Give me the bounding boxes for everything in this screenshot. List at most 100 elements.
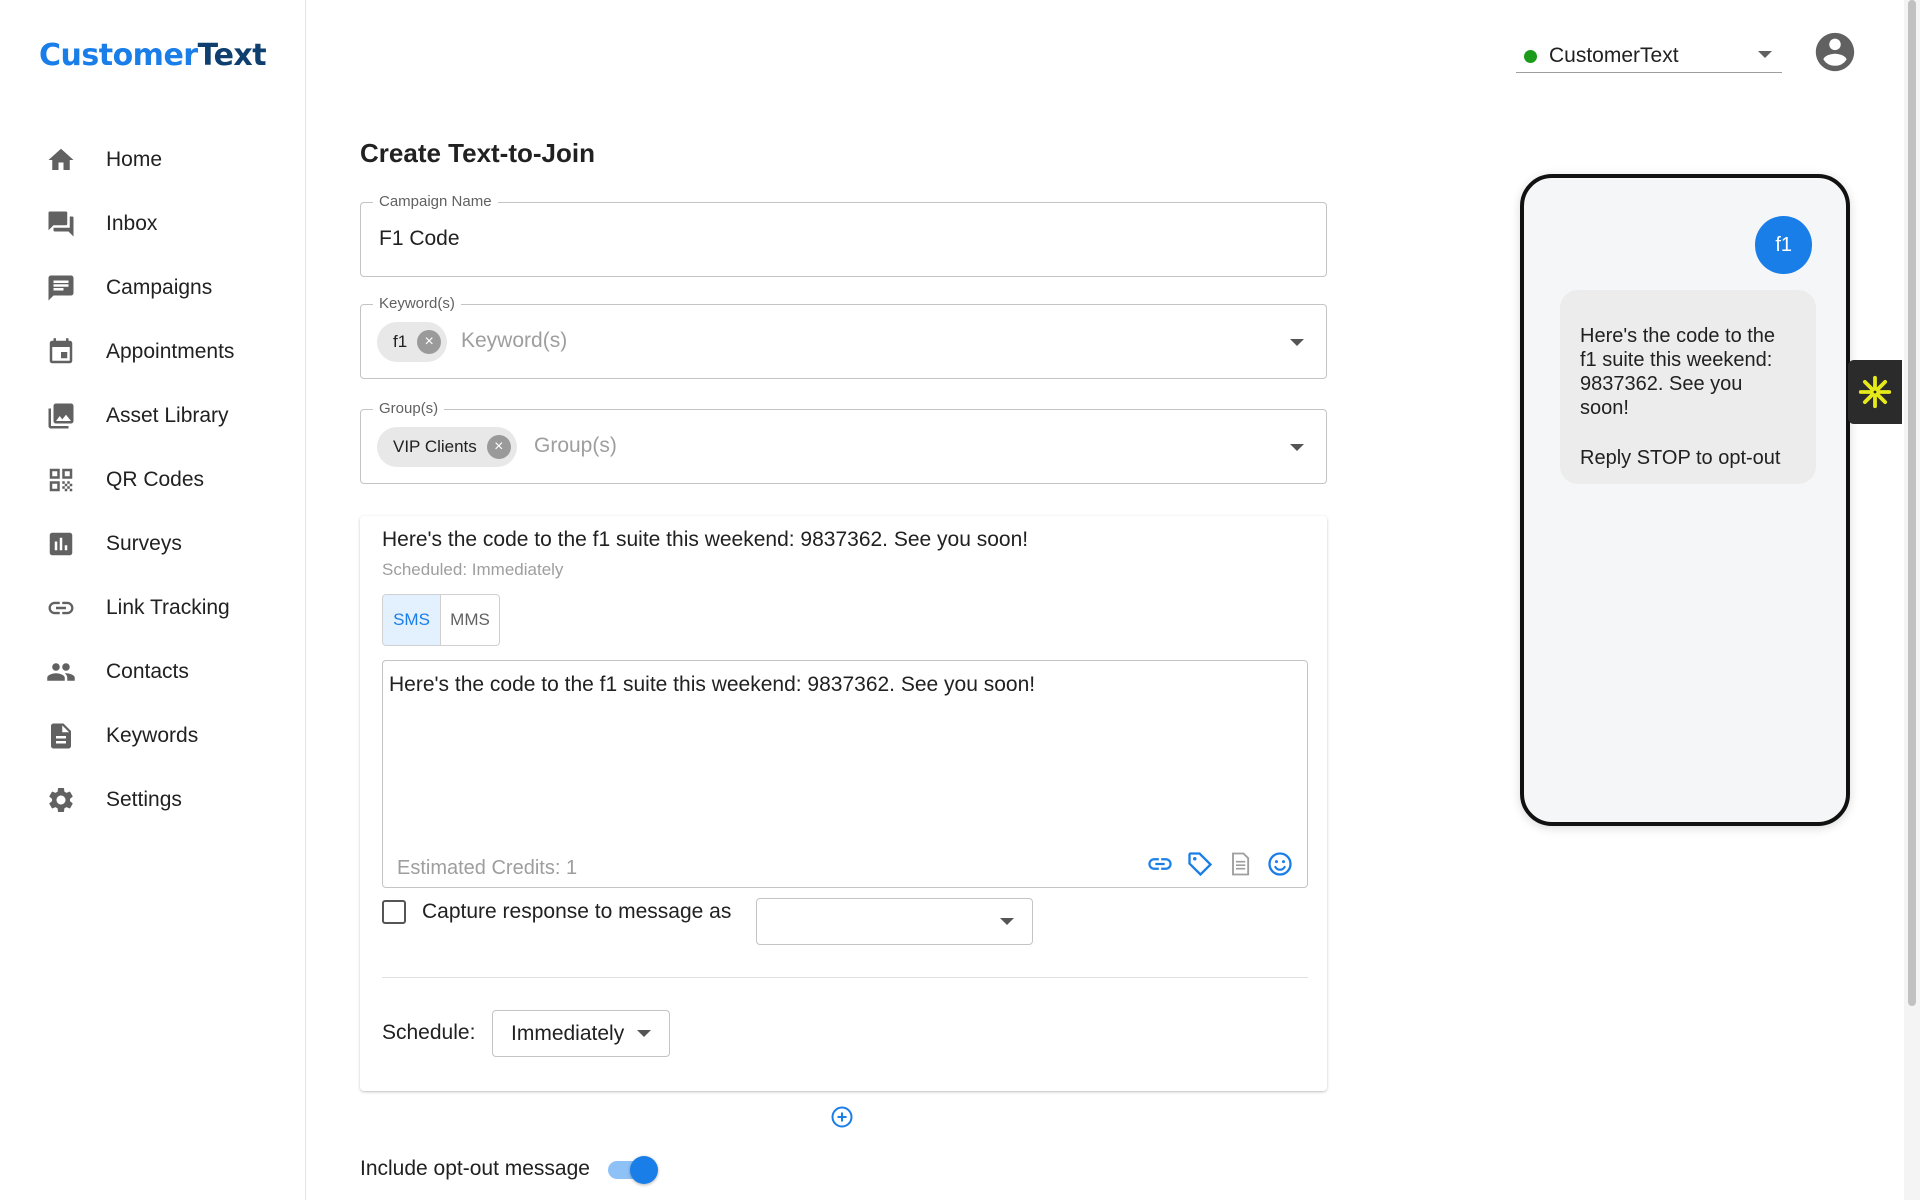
message-body-textarea[interactable]: Here's the code to the f1 suite this wee… xyxy=(382,660,1308,888)
keywords-field[interactable]: Keyword(s) f1 × Keyword(s) xyxy=(360,295,1327,379)
photo-library-icon xyxy=(46,401,76,431)
calendar-icon xyxy=(46,337,76,367)
link-icon[interactable] xyxy=(1145,849,1175,879)
scheduled-note: Scheduled: Immediately xyxy=(382,560,564,579)
campaign-name-value: F1 Code xyxy=(379,227,460,250)
schedule-label: Schedule: xyxy=(382,1021,476,1044)
sidebar-item-asset-library[interactable]: Asset Library xyxy=(0,384,305,448)
chevron-down-icon[interactable] xyxy=(1290,444,1304,451)
remove-chip-icon[interactable]: × xyxy=(486,435,511,459)
reply-stop-text: Reply STOP to opt-out xyxy=(1580,447,1781,469)
asterisk-icon xyxy=(1858,375,1892,409)
message-card: Here's the code to the f1 suite this wee… xyxy=(360,516,1327,1091)
schedule-value: Immediately xyxy=(511,1022,625,1045)
phone-preview: f1 Here's the code to the f1 suite this … xyxy=(1520,174,1850,826)
groups-field[interactable]: Group(s) VIP Clients × Group(s) xyxy=(360,400,1327,484)
add-circle-icon xyxy=(831,1106,853,1128)
sidebar-nav: Home Inbox Campaigns Appointments Asset … xyxy=(0,128,305,832)
mms-tab[interactable]: MMS xyxy=(441,595,499,645)
sidebar-item-inbox[interactable]: Inbox xyxy=(0,192,305,256)
sidebar-item-surveys[interactable]: Surveys xyxy=(0,512,305,576)
link-icon xyxy=(46,593,76,623)
brand-logo[interactable]: CustomerText xyxy=(39,38,267,73)
capture-response-row: Capture response to message as xyxy=(382,900,731,924)
sidebar-item-label: Surveys xyxy=(106,532,182,555)
sidebar-item-keywords[interactable]: Keywords xyxy=(0,704,305,768)
sidebar-item-qr-codes[interactable]: QR Codes xyxy=(0,448,305,512)
sidebar-item-contacts[interactable]: Contacts xyxy=(0,640,305,704)
chevron-down-icon[interactable] xyxy=(1290,339,1304,346)
outgoing-message-bubble: f1 xyxy=(1755,216,1812,274)
keyword-chip-label: f1 xyxy=(393,332,408,351)
add-message-button[interactable] xyxy=(830,1105,854,1129)
reply-message-text: Here's the code to the f1 suite this wee… xyxy=(1580,325,1776,419)
divider xyxy=(382,977,1308,978)
chevron-down-icon xyxy=(1758,51,1772,58)
sidebar-item-home[interactable]: Home xyxy=(0,128,305,192)
template-icon[interactable] xyxy=(1225,849,1255,879)
keyword-chip: f1 × xyxy=(377,322,448,362)
chevron-down-icon xyxy=(1000,918,1014,925)
keywords-label: Keyword(s) xyxy=(373,295,461,312)
estimated-credits: Estimated Credits: 1 xyxy=(397,857,578,879)
help-widget-tab[interactable] xyxy=(1848,360,1902,424)
user-avatar[interactable] xyxy=(1812,29,1858,75)
account-circle-icon xyxy=(1815,32,1855,72)
capture-response-label: Capture response to message as xyxy=(422,900,732,923)
sidebar-item-label: Inbox xyxy=(106,212,158,235)
sidebar-item-label: Home xyxy=(106,148,163,171)
sms-tab[interactable]: SMS xyxy=(383,595,441,645)
sidebar-item-label: Contacts xyxy=(106,660,189,683)
sidebar-item-label: Link Tracking xyxy=(106,596,230,619)
sidebar-item-settings[interactable]: Settings xyxy=(0,768,305,832)
composer-toolbar xyxy=(1145,849,1295,879)
schedule-row: Schedule: xyxy=(382,1021,475,1045)
page-scrollbar[interactable] xyxy=(1904,0,1920,1200)
capture-response-checkbox[interactable] xyxy=(382,900,406,924)
brand-logo-part1: Customer xyxy=(39,38,198,73)
campaigns-icon xyxy=(46,273,76,303)
sidebar-item-link-tracking[interactable]: Link Tracking xyxy=(0,576,305,640)
inbox-icon xyxy=(46,209,76,239)
sidebar-item-label: Keywords xyxy=(106,724,199,747)
optout-row: Include opt-out message xyxy=(360,1156,658,1184)
tag-icon[interactable] xyxy=(1185,849,1215,879)
bar-chart-icon xyxy=(46,529,76,559)
optout-label: Include opt-out message xyxy=(360,1157,590,1180)
document-icon xyxy=(46,721,76,751)
optout-toggle[interactable] xyxy=(606,1156,658,1184)
message-body-text: Here's the code to the f1 suite this wee… xyxy=(389,673,1036,696)
chevron-down-icon xyxy=(637,1030,651,1037)
account-selector[interactable]: CustomerText xyxy=(1516,40,1782,73)
sidebar-item-label: QR Codes xyxy=(106,468,205,491)
contacts-icon xyxy=(46,657,76,687)
campaign-name-field[interactable]: Campaign Name F1 Code xyxy=(360,193,1327,277)
page-title: Create Text-to-Join xyxy=(360,138,595,168)
sidebar-item-label: Appointments xyxy=(106,340,235,363)
schedule-select[interactable]: Immediately xyxy=(492,1010,670,1057)
reply-message-bubble: Here's the code to the f1 suite this wee… xyxy=(1560,290,1816,484)
gear-icon xyxy=(46,785,76,815)
scrollbar-thumb[interactable] xyxy=(1908,0,1916,1006)
campaign-name-label: Campaign Name xyxy=(373,193,498,210)
remove-chip-icon[interactable]: × xyxy=(417,330,442,354)
groups-label: Group(s) xyxy=(373,400,445,417)
sidebar-item-label: Asset Library xyxy=(106,404,229,427)
sidebar: CustomerText Home Inbox Campaigns Appoin… xyxy=(0,0,306,1200)
toggle-knob xyxy=(629,1156,658,1184)
brand-logo-part2: Text xyxy=(197,38,267,73)
capture-response-select[interactable] xyxy=(756,898,1033,945)
group-chip: VIP Clients × xyxy=(377,427,517,467)
groups-placeholder: Group(s) xyxy=(534,434,617,457)
account-name: CustomerText xyxy=(1549,44,1679,67)
sidebar-item-appointments[interactable]: Appointments xyxy=(0,320,305,384)
keywords-placeholder: Keyword(s) xyxy=(461,329,568,352)
home-icon xyxy=(46,145,76,175)
group-chip-label: VIP Clients xyxy=(393,437,477,456)
status-dot xyxy=(1524,49,1537,63)
sidebar-item-campaigns[interactable]: Campaigns xyxy=(0,256,305,320)
emoji-icon[interactable] xyxy=(1265,849,1295,879)
sidebar-item-label: Campaigns xyxy=(106,276,213,299)
message-type-toggle: SMS MMS xyxy=(382,594,500,646)
sidebar-item-label: Settings xyxy=(106,788,182,811)
